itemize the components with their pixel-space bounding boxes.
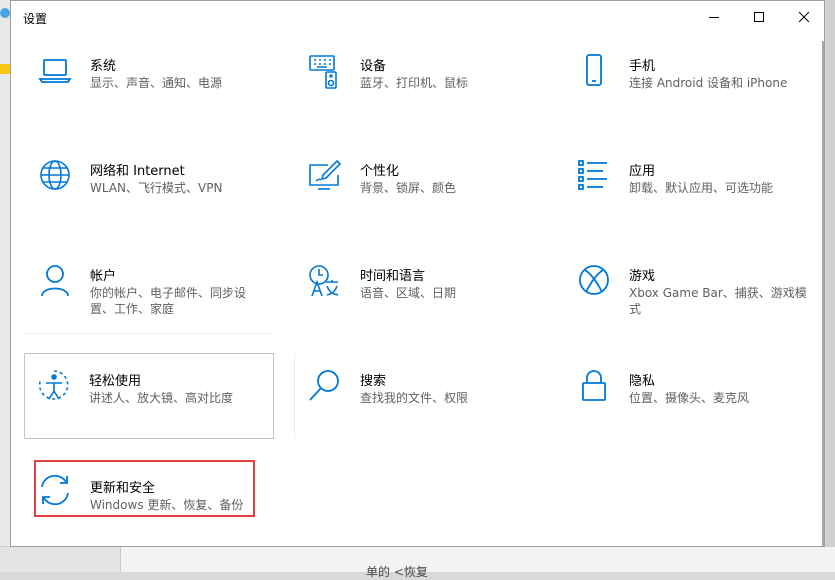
settings-tile-phone[interactable]: 手机 连接 Android 设备和 iPhone bbox=[564, 53, 814, 139]
tile-description: 连接 Android 设备和 iPhone bbox=[629, 76, 788, 90]
tile-description: Windows 更新、恢复、备份 bbox=[90, 498, 244, 512]
tile-description: WLAN、飞行模式、VPN bbox=[90, 181, 223, 195]
tile-name: 更新和安全 bbox=[90, 481, 156, 496]
tile-name: 帐户 bbox=[90, 269, 117, 284]
settings-tile-personalization[interactable]: 个性化 背景、锁屏、颜色 bbox=[295, 158, 545, 244]
settings-tile-network[interactable]: 网络和 Internet WLAN、飞行模式、VPN bbox=[25, 158, 275, 244]
settings-grid: 系统 显示、声音、通知、电源 设备 蓝牙、打印机、鼠标 手机 连接 Androi… bbox=[11, 1, 824, 546]
settings-tile-devices[interactable]: 设备 蓝牙、打印机、鼠标 bbox=[295, 53, 545, 139]
settings-window: 设置 系统 显示、声音、通知、电源 设备 蓝牙、打印机、鼠标 手机 连接 And… bbox=[10, 0, 825, 547]
tile-name: 搜索 bbox=[360, 374, 387, 389]
background-panel bbox=[0, 547, 121, 572]
tile-description: 背景、锁屏、颜色 bbox=[360, 181, 457, 195]
paint-monitor-icon bbox=[308, 159, 342, 195]
settings-tile-search[interactable]: 搜索 查找我的文件、权限 bbox=[295, 368, 545, 454]
tile-description: 查找我的文件、权限 bbox=[360, 391, 469, 405]
xbox-icon bbox=[577, 264, 611, 300]
tile-name: 时间和语言 bbox=[360, 269, 426, 284]
section-divider bbox=[24, 333, 274, 334]
globe-icon bbox=[38, 159, 72, 195]
tile-name: 轻松使用 bbox=[89, 374, 142, 389]
settings-tile-ease-of-access[interactable]: 轻松使用 讲述人、放大镜、高对比度 bbox=[24, 353, 274, 439]
tile-name: 系统 bbox=[90, 59, 117, 74]
tile-description: 蓝牙、打印机、鼠标 bbox=[360, 76, 469, 90]
ease-of-access-icon bbox=[37, 369, 71, 405]
app-list-icon bbox=[577, 159, 611, 195]
tile-description: 你的帐户、电子邮件、同步设置、工作、家庭 bbox=[90, 286, 247, 316]
tile-name: 隐私 bbox=[629, 374, 656, 389]
tile-name: 网络和 Internet bbox=[90, 164, 185, 179]
tile-name: 应用 bbox=[629, 164, 656, 179]
keyboard-speaker-icon bbox=[308, 54, 342, 90]
phone-icon bbox=[577, 54, 611, 90]
tile-description: 显示、声音、通知、电源 bbox=[90, 76, 223, 90]
tile-name: 游戏 bbox=[629, 269, 656, 284]
background-app-icon bbox=[0, 8, 10, 18]
background-right-strip bbox=[826, 0, 835, 571]
tile-description: Xbox Game Bar、捕获、游戏模式 bbox=[629, 286, 807, 316]
settings-tile-accounts[interactable]: 帐户 你的帐户、电子邮件、同步设置、工作、家庭 bbox=[25, 263, 275, 349]
tile-description: 卸载、默认应用、可选功能 bbox=[629, 181, 774, 195]
laptop-icon bbox=[38, 54, 72, 90]
settings-tile-system[interactable]: 系统 显示、声音、通知、电源 bbox=[25, 53, 275, 139]
search-icon bbox=[308, 369, 342, 405]
tile-description: 语音、区域、日期 bbox=[360, 286, 457, 300]
tile-name: 手机 bbox=[629, 59, 656, 74]
background-bottom-area: 单的 <恢复 bbox=[0, 546, 835, 579]
settings-tile-apps[interactable]: 应用 卸载、默认应用、可选功能 bbox=[564, 158, 814, 244]
settings-tile-gaming[interactable]: 游戏 Xbox Game Bar、捕获、游戏模式 bbox=[564, 263, 814, 349]
settings-tile-time-language[interactable]: 时间和语言 语音、区域、日期 bbox=[295, 263, 545, 349]
tile-description: 讲述人、放大镜、高对比度 bbox=[89, 391, 234, 405]
lock-icon bbox=[577, 369, 611, 405]
background-text-snippet: 单的 <恢复 bbox=[366, 565, 428, 579]
settings-tile-update-security[interactable]: 更新和安全 Windows 更新、恢复、备份 bbox=[34, 460, 255, 517]
tile-name: 个性化 bbox=[360, 164, 400, 179]
background-folder-icon bbox=[0, 64, 10, 74]
settings-tile-privacy[interactable]: 隐私 位置、摄像头、麦克风 bbox=[564, 368, 814, 454]
refresh-icon bbox=[38, 473, 72, 509]
time-language-icon bbox=[308, 264, 342, 300]
tile-name: 设备 bbox=[360, 59, 387, 74]
tile-description: 位置、摄像头、麦克风 bbox=[629, 391, 750, 405]
scrollbar[interactable] bbox=[822, 41, 824, 546]
person-icon bbox=[38, 264, 72, 300]
